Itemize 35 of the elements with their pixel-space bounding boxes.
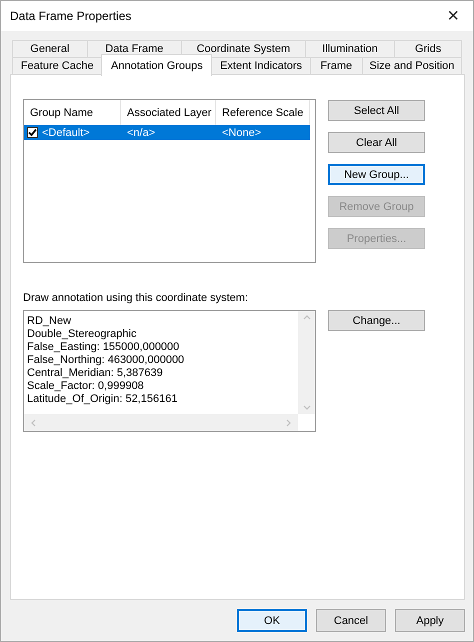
group-row[interactable]: <Default> <n/a> <None> — [24, 125, 310, 140]
close-button[interactable]: × — [441, 4, 465, 28]
coordinate-line: Central_Meridian: 5,387639 — [27, 367, 164, 380]
tab[interactable]: Grids — [394, 40, 462, 57]
dialog-button[interactable]: Cancel — [316, 609, 386, 632]
group-button[interactable]: Select All — [328, 100, 425, 121]
coordinate-line: False_Northing: 463000,000000 — [27, 354, 186, 367]
coordinate-line: Latitude_Of_Origin: 52,156161 — [27, 393, 178, 406]
dialog-button[interactable]: Apply — [395, 609, 465, 632]
window-title: Data Frame Properties — [10, 9, 132, 23]
tab[interactable]: Coordinate System — [180, 40, 306, 57]
tab[interactable]: Size and Position — [362, 57, 462, 74]
table-cell-text: <n/a> — [126, 126, 156, 138]
group-button[interactable]: Clear All — [328, 132, 425, 153]
coordinate-line: RD_New — [27, 315, 72, 328]
change-button[interactable]: Change... — [328, 310, 425, 331]
dialog-button[interactable]: OK — [237, 609, 307, 632]
tab[interactable]: Feature Cache — [12, 57, 102, 74]
horizontal-scrollbar[interactable] — [24, 414, 298, 431]
coordinate-system-label: Draw annotation using this coordinate system: — [23, 292, 250, 304]
table-cell-text: <None> — [221, 126, 262, 138]
coordinate-system-text-box[interactable]: RD_New Double_Stereographic False_Easting: 155000,000000 False_Northing: 463000,000000 Central_Meridian: 5,387639 Scale_Factor: 0,999908 Latitude_Of_Origin: 52,156161 — [23, 310, 316, 432]
tab[interactable]: Annotation Groups — [101, 54, 212, 76]
table-cell-text: <Default> — [41, 126, 91, 138]
scroll-left-icon[interactable] — [30, 418, 36, 426]
coordinate-line: Double_Stereographic — [27, 328, 138, 341]
scroll-right-icon[interactable] — [286, 418, 292, 426]
group-button[interactable]: New Group... — [328, 164, 425, 185]
scroll-up-icon[interactable] — [302, 314, 310, 320]
coordinate-line: Scale_Factor: 0,999908 — [27, 380, 145, 393]
vertical-scrollbar[interactable] — [298, 311, 315, 414]
scroll-down-icon[interactable] — [302, 405, 310, 411]
checkbox[interactable] — [27, 127, 38, 138]
tab[interactable]: General — [12, 40, 88, 57]
coordinate-line: False_Easting: 155000,000000 — [27, 341, 180, 354]
